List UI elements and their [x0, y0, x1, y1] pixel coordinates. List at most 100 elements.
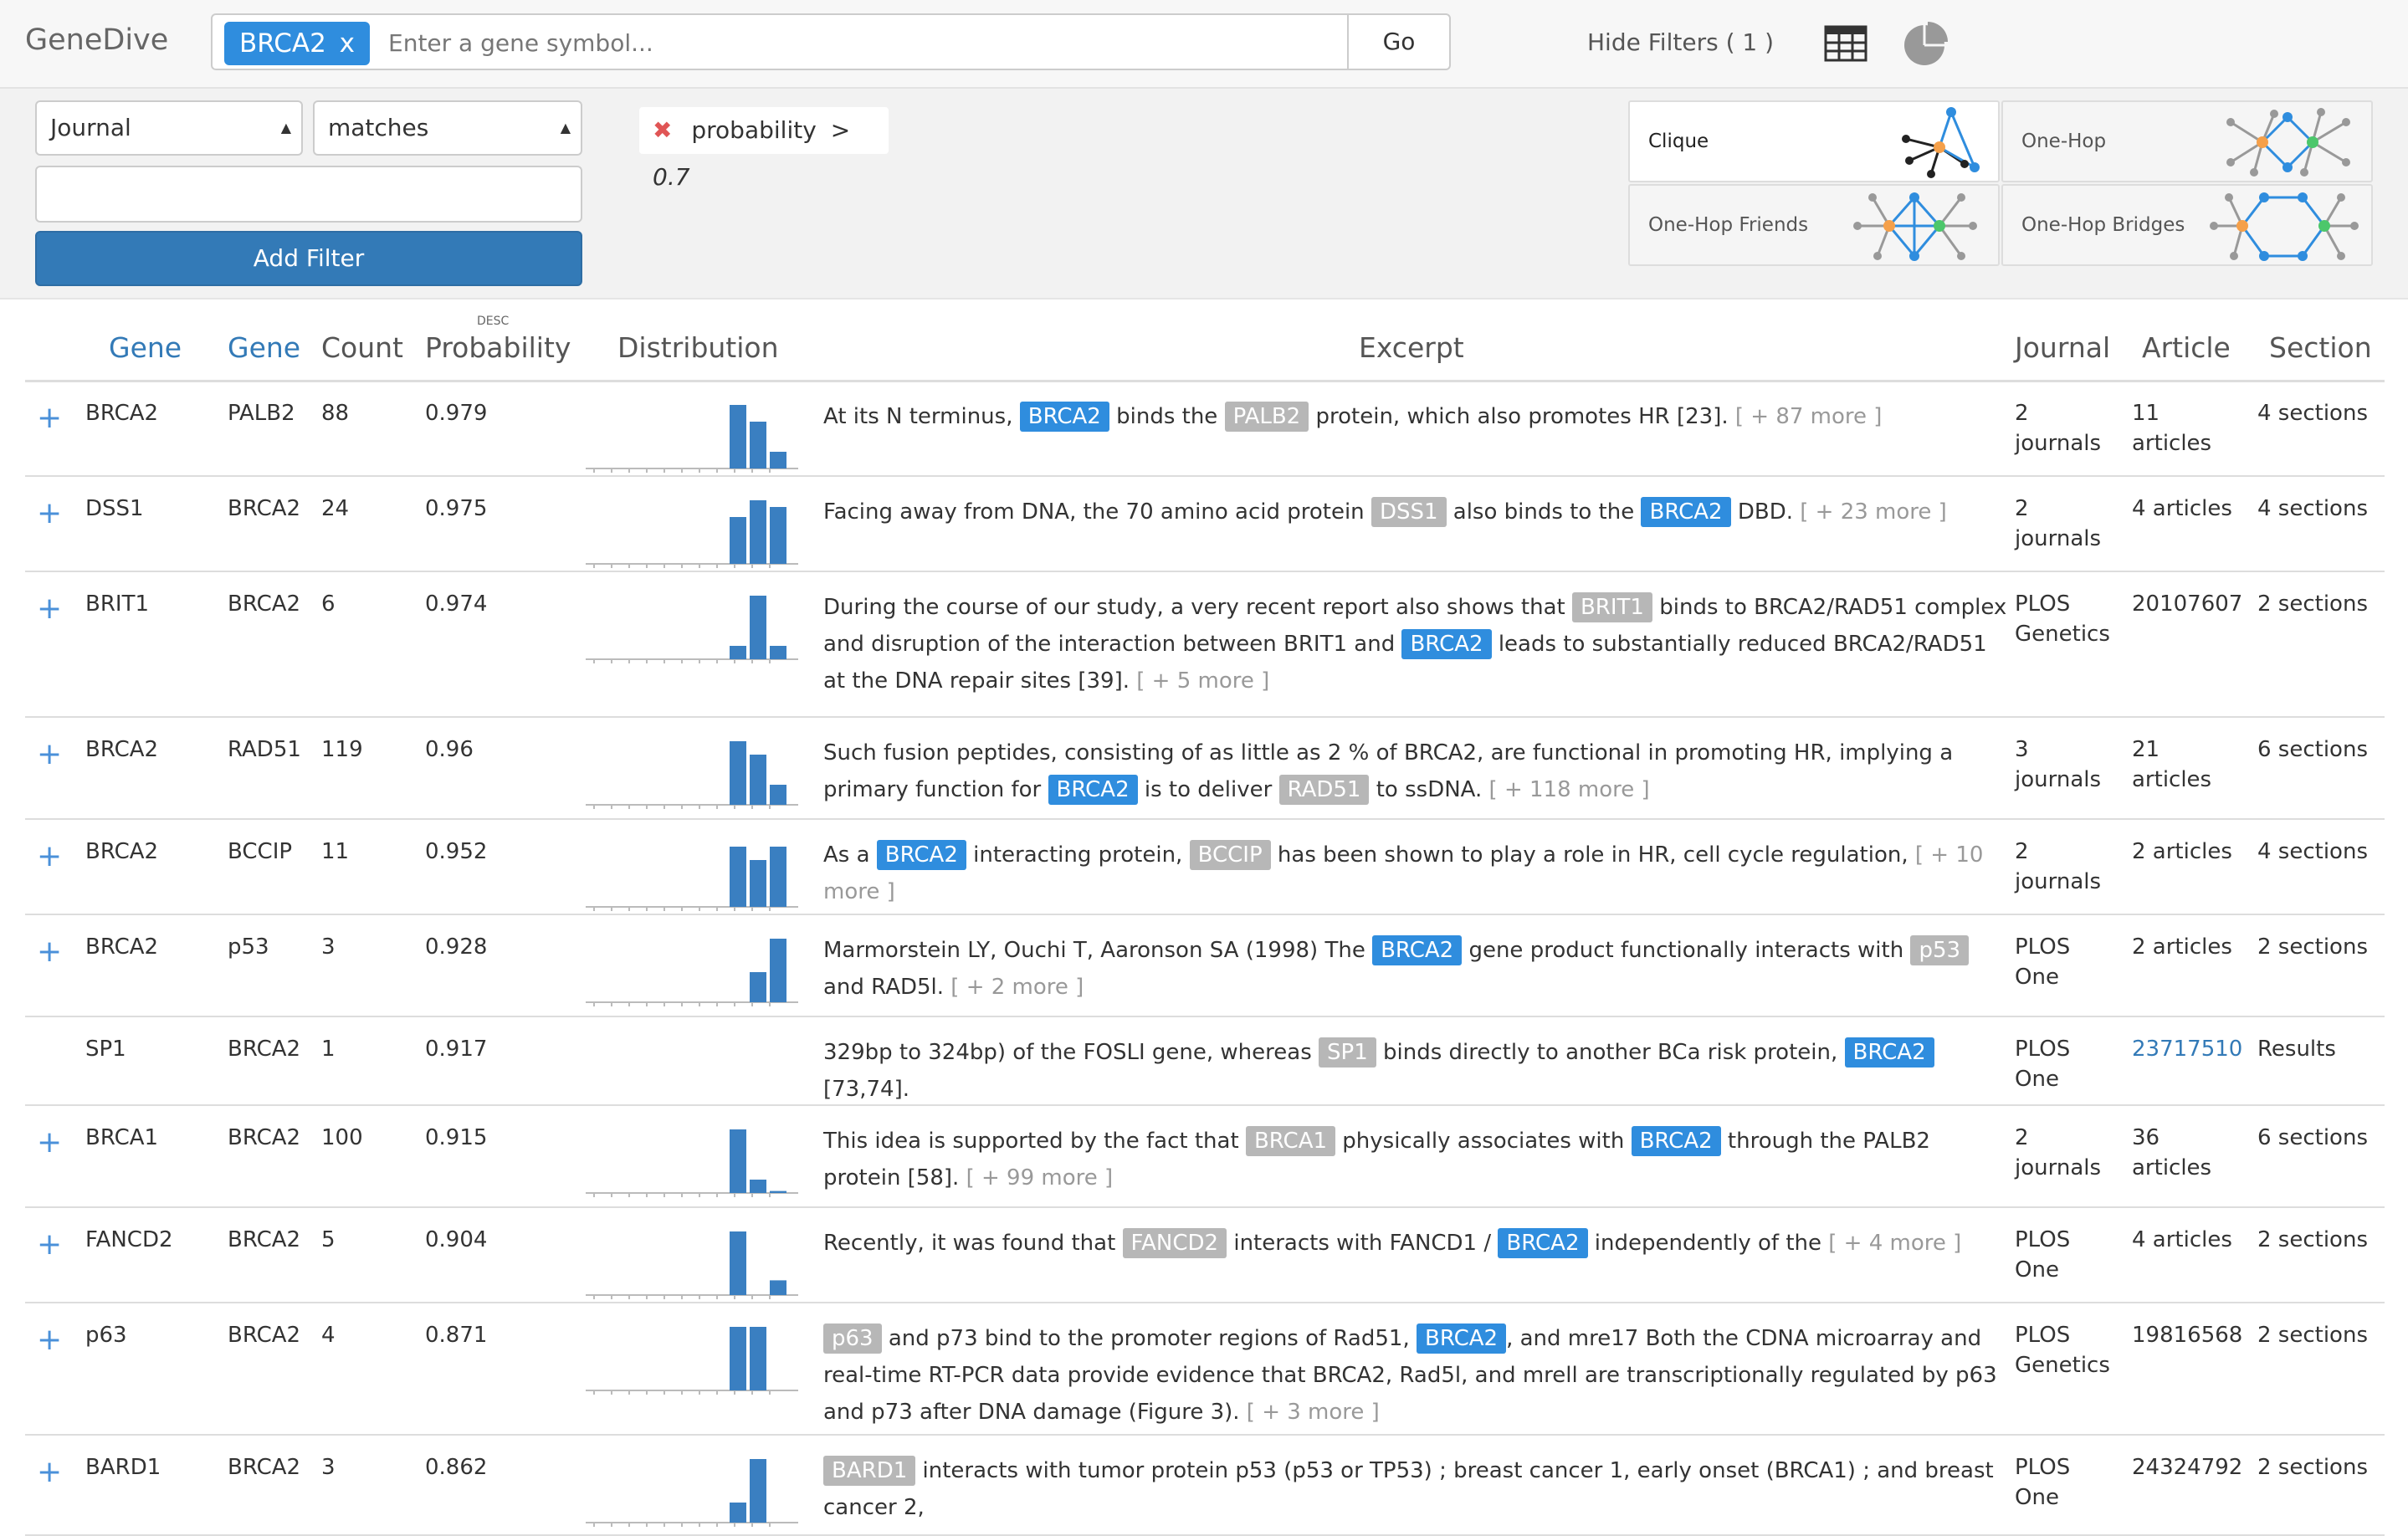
filter-value-input[interactable]: [35, 166, 582, 223]
more-excerpts-link[interactable]: [ + 23 more ]: [1800, 499, 1947, 525]
expand-row-icon[interactable]: +: [37, 937, 62, 967]
journal-line: 3: [2015, 737, 2029, 762]
more-excerpts-link[interactable]: [ + 5 more ]: [1136, 668, 1269, 694]
hide-filters-toggle[interactable]: Hide Filters ( 1 ): [1587, 28, 1774, 56]
expand-row-icon[interactable]: +: [37, 499, 62, 529]
pubmed-id[interactable]: 19816568: [2132, 1320, 2242, 1350]
table-row[interactable]: + BARD1 BRCA2 3 0.862 BARD1 interacts with tu…: [25, 1434, 2385, 1536]
table-row[interactable]: + p63 BRCA2 4 0.871 p63 and p73 bind to the p…: [25, 1302, 2385, 1436]
expand-row-icon[interactable]: +: [37, 1457, 62, 1487]
partner-gene-tag[interactable]: SP1: [1319, 1037, 1376, 1068]
more-excerpts-link[interactable]: [ + 10 more ]: [823, 842, 1983, 904]
more-excerpts-link[interactable]: [ + 99 more ]: [966, 1165, 1114, 1190]
count-cell: 6: [321, 591, 336, 617]
query-gene-tag[interactable]: BRCA2: [1048, 775, 1138, 805]
more-excerpts-link[interactable]: [ + 3 more ]: [1247, 1400, 1380, 1425]
remove-filter-icon[interactable]: ✖: [653, 116, 672, 144]
more-excerpts-link[interactable]: [ + 2 more ]: [950, 975, 1084, 1000]
query-gene-tag[interactable]: BRCA2: [1401, 629, 1492, 659]
table-row[interactable]: + BRIT1 BRCA2 6 0.974 During the course of ou…: [25, 571, 2385, 718]
expand-row-icon[interactable]: +: [37, 1128, 62, 1158]
partner-gene-tag[interactable]: DSS1: [1371, 497, 1447, 527]
partner-gene-tag[interactable]: RAD51: [1278, 775, 1370, 805]
histogram-bar: [730, 741, 746, 805]
histogram-bar: [750, 596, 766, 659]
partner-gene-tag[interactable]: BRIT1: [1571, 592, 1652, 622]
column-header-gene-1[interactable]: Gene: [109, 331, 182, 364]
partner-gene-tag[interactable]: BARD1: [823, 1456, 916, 1486]
filter-operator-value: matches: [328, 114, 429, 141]
partner-gene-tag[interactable]: p53: [1910, 935, 1970, 965]
column-header-article[interactable]: Article: [2142, 331, 2231, 364]
partner-gene-tag[interactable]: BRCA1: [1245, 1126, 1336, 1156]
go-button[interactable]: Go: [1347, 15, 1449, 69]
query-gene-tag[interactable]: BRCA2: [1641, 497, 1731, 527]
expand-row-icon[interactable]: +: [37, 842, 62, 872]
section-cell: 2 sections: [2257, 1455, 2368, 1480]
pie-chart-icon[interactable]: [1901, 20, 1948, 67]
column-header-count[interactable]: Count: [321, 331, 403, 364]
table-row[interactable]: SP1 BRCA2 1 0.917 329bp to 324bp) of the FOS…: [25, 1016, 2385, 1106]
histogram-bar: [730, 646, 746, 659]
column-header-section[interactable]: Section: [2269, 331, 2372, 364]
query-gene-tag[interactable]: BRCA2: [876, 840, 966, 870]
partner-gene-tag[interactable]: FANCD2: [1122, 1228, 1227, 1258]
filter-operator-select[interactable]: matches ▲: [313, 100, 582, 156]
table-row[interactable]: + DSS1 BRCA2 24 0.975 Facing away from DNA, t…: [25, 475, 2385, 572]
column-header-probability[interactable]: Probability: [425, 331, 571, 364]
column-header-gene-2[interactable]: Gene: [228, 331, 300, 364]
query-gene-tag[interactable]: BRCA2: [1844, 1037, 1934, 1068]
gene-search-box[interactable]: BRCA2 x Go: [211, 13, 1451, 70]
expand-row-icon[interactable]: +: [37, 740, 62, 770]
table-row[interactable]: + BRCA2 RAD51 119 0.96 Such fusion peptides, …: [25, 716, 2385, 820]
journal-cell: 3 journals: [2015, 735, 2101, 795]
journal-line: PLOS: [2015, 934, 2071, 960]
pubmed-id[interactable]: 23717510: [2132, 1034, 2242, 1064]
expand-row-icon[interactable]: +: [37, 1325, 62, 1355]
chip-remove-icon[interactable]: x: [340, 22, 355, 65]
view-one-hop-bridges[interactable]: One-Hop Bridges: [2001, 184, 2373, 266]
journal-line: 2: [2015, 839, 2029, 864]
more-excerpts-link[interactable]: [ + 118 more ]: [1489, 777, 1650, 802]
table-row[interactable]: + BRCA2 BCCIP 11 0.952 As a BRCA2 interacting…: [25, 818, 2385, 915]
view-clique[interactable]: Clique: [1628, 100, 2000, 182]
table-row[interactable]: + BRCA2 p53 3 0.928 Marmorstein LY, Ouchi T, …: [25, 914, 2385, 1017]
query-gene-tag[interactable]: BRCA2: [1019, 402, 1109, 432]
query-gene-tag[interactable]: BRCA2: [1498, 1228, 1588, 1258]
gene-chip[interactable]: BRCA2 x: [224, 22, 370, 65]
expand-row-icon[interactable]: +: [37, 1230, 62, 1260]
expand-row-icon[interactable]: +: [37, 403, 62, 433]
view-one-hop[interactable]: One-Hop: [2001, 100, 2373, 182]
journal-cell: PLOS One: [2015, 1452, 2070, 1513]
query-gene-tag[interactable]: BRCA2: [1631, 1126, 1721, 1156]
clique-graph-icon: [1902, 107, 1980, 178]
pubmed-id[interactable]: 20107607: [2132, 589, 2242, 619]
journal-line: PLOS: [2015, 1323, 2071, 1348]
view-one-hop-friends[interactable]: One-Hop Friends: [1628, 184, 2000, 266]
query-gene-tag[interactable]: BRCA2: [1416, 1324, 1507, 1354]
add-filter-button[interactable]: Add Filter: [35, 231, 582, 286]
more-excerpts-link[interactable]: [ + 4 more ]: [1828, 1231, 1961, 1256]
partner-gene-tag[interactable]: BCCIP: [1189, 840, 1271, 870]
table-grid-icon[interactable]: [1824, 25, 1867, 62]
excerpt-cell: This idea is supported by the fact that …: [823, 1123, 2011, 1196]
more-excerpts-link[interactable]: [ + 87 more ]: [1735, 404, 1883, 429]
gene-search-input[interactable]: [387, 18, 1260, 67]
table-row[interactable]: + FANCD2 BRCA2 5 0.904 Recently, it was found…: [25, 1206, 2385, 1303]
query-gene-tag[interactable]: BRCA2: [1372, 935, 1463, 965]
column-header-excerpt: Excerpt: [1359, 331, 1464, 364]
expand-row-icon[interactable]: +: [37, 594, 62, 624]
article-line: articles: [2132, 431, 2212, 456]
partner-gene-tag[interactable]: p63: [823, 1324, 882, 1354]
distribution-histogram: [586, 1327, 798, 1395]
table-row[interactable]: + BRCA2 PALB2 88 0.979 At its N terminus, BRC…: [25, 380, 2385, 477]
pubmed-id[interactable]: 24324792: [2132, 1452, 2242, 1482]
table-row[interactable]: + BRCA1 BRCA2 100 0.915 This idea is supporte…: [25, 1104, 2385, 1208]
column-header-journal[interactable]: Journal: [2015, 331, 2110, 364]
one-hop-friends-graph-icon: [1853, 192, 1977, 261]
histogram-bar: [730, 1503, 746, 1523]
partner-gene-tag[interactable]: PALB2: [1224, 402, 1309, 432]
app-logo[interactable]: GeneDive: [25, 23, 168, 57]
journal-line: journals: [2015, 526, 2102, 551]
filter-attribute-select[interactable]: Journal ▲: [35, 100, 303, 156]
